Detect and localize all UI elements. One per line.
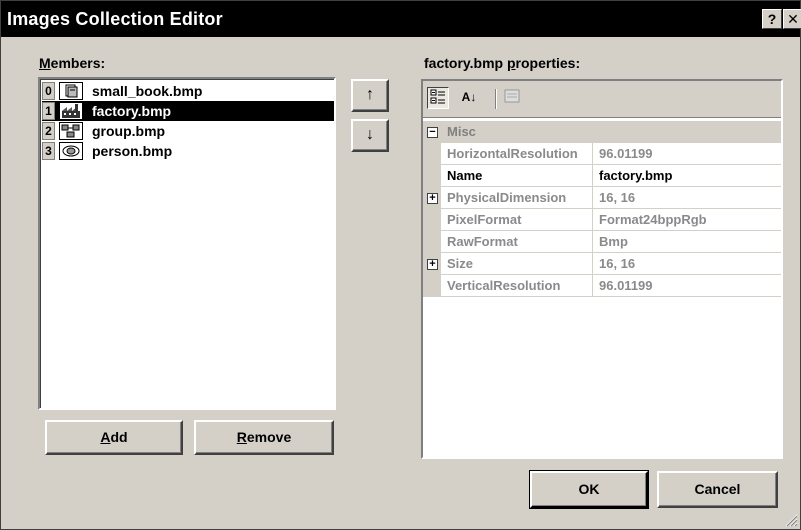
list-item-name: small_book.bmp	[92, 83, 203, 99]
list-item-index: 3	[42, 142, 55, 160]
property-row[interactable]: HorizontalResolution 96.01199	[423, 143, 781, 165]
property-name: Name	[443, 165, 593, 187]
property-value: 96.01199	[599, 278, 653, 293]
property-pages-icon	[503, 89, 521, 108]
book-icon	[59, 82, 83, 100]
property-pages-button[interactable]	[501, 87, 523, 109]
expand-icon[interactable]: +	[427, 193, 438, 204]
members-list[interactable]: 0 small_book.bmp 1 factory.bmp 2 group.b…	[38, 77, 336, 410]
group-icon	[59, 122, 83, 140]
person-icon	[59, 142, 83, 160]
move-up-button[interactable]: ↑	[351, 79, 389, 112]
close-button[interactable]: ✕	[783, 9, 801, 29]
property-name: HorizontalResolution	[443, 143, 593, 165]
category-row-misc[interactable]: − Misc	[423, 121, 781, 143]
list-item-selected[interactable]: 1 factory.bmp	[42, 101, 334, 121]
ok-button[interactable]: OK	[529, 470, 649, 509]
property-value: 16, 16	[599, 190, 636, 205]
list-item-name: person.bmp	[92, 143, 173, 159]
list-item-index: 2	[42, 122, 55, 140]
property-value[interactable]: factory.bmp	[595, 165, 781, 187]
property-grid[interactable]: A↓ − Misc HorizontalResolution 96.01199	[421, 79, 783, 459]
toolbar-separator	[495, 89, 497, 109]
list-item-name: factory.bmp	[92, 103, 172, 119]
cancel-button[interactable]: Cancel	[657, 471, 778, 508]
row-gutter: +	[423, 253, 441, 275]
arrow-down-icon: ↓	[366, 126, 374, 143]
list-item[interactable]: 3 person.bmp	[42, 141, 334, 161]
list-item[interactable]: 2 group.bmp	[42, 121, 334, 141]
property-row[interactable]: VerticalResolution 96.01199	[423, 275, 781, 297]
property-name: VerticalResolution	[443, 275, 593, 297]
factory-icon	[59, 102, 83, 120]
property-value: 16, 16	[599, 256, 636, 271]
property-row[interactable]: PixelFormat Format24bppRgb	[423, 209, 781, 231]
arrow-up-icon: ↑	[366, 86, 374, 103]
property-row-selected[interactable]: Name factory.bmp	[423, 165, 781, 187]
window-title: Images Collection Editor	[7, 9, 223, 29]
category-label: Misc	[447, 124, 476, 139]
property-name: RawFormat	[443, 231, 593, 253]
property-value: Format24bppRgb	[599, 212, 707, 227]
alphabetical-button[interactable]: A↓	[455, 87, 483, 109]
collapse-icon[interactable]: −	[427, 127, 438, 138]
row-gutter	[423, 231, 441, 253]
resize-grip-icon[interactable]	[784, 513, 798, 527]
list-item[interactable]: 0 small_book.bmp	[42, 81, 334, 101]
property-row[interactable]: + Size 16, 16	[423, 253, 781, 275]
row-gutter	[423, 209, 441, 231]
property-value: Bmp	[599, 234, 628, 249]
property-grid-rows: − Misc HorizontalResolution 96.01199 Nam…	[423, 121, 781, 297]
property-name: Size	[443, 253, 593, 275]
sort-alphabetical-icon: A↓	[461, 90, 477, 104]
add-button[interactable]: Add	[45, 420, 183, 455]
categorized-button[interactable]	[427, 87, 449, 109]
row-gutter	[423, 275, 441, 297]
list-item-name: group.bmp	[92, 123, 166, 139]
property-row[interactable]: RawFormat Bmp	[423, 231, 781, 253]
members-label: Members:	[39, 55, 106, 71]
list-item-index: 1	[42, 102, 55, 120]
categorized-icon	[429, 89, 447, 109]
property-grid-toolbar: A↓	[423, 81, 781, 118]
list-item-index: 0	[42, 82, 55, 100]
images-collection-editor-window: Images Collection Editor ? ✕ Members: 0 …	[0, 0, 801, 530]
property-row[interactable]: + PhysicalDimension 16, 16	[423, 187, 781, 209]
row-gutter: +	[423, 187, 441, 209]
row-gutter	[423, 165, 441, 187]
move-down-button[interactable]: ↓	[351, 119, 389, 152]
property-value: 96.01199	[599, 146, 653, 161]
row-gutter	[423, 143, 441, 165]
remove-button[interactable]: Remove	[194, 420, 334, 455]
help-button[interactable]: ?	[762, 9, 782, 29]
expand-icon[interactable]: +	[427, 259, 438, 270]
title-bar[interactable]: Images Collection Editor ? ✕	[1, 1, 801, 37]
properties-label: factory.bmp properties:	[424, 55, 581, 71]
property-name: PixelFormat	[443, 209, 593, 231]
property-name: PhysicalDimension	[443, 187, 593, 209]
